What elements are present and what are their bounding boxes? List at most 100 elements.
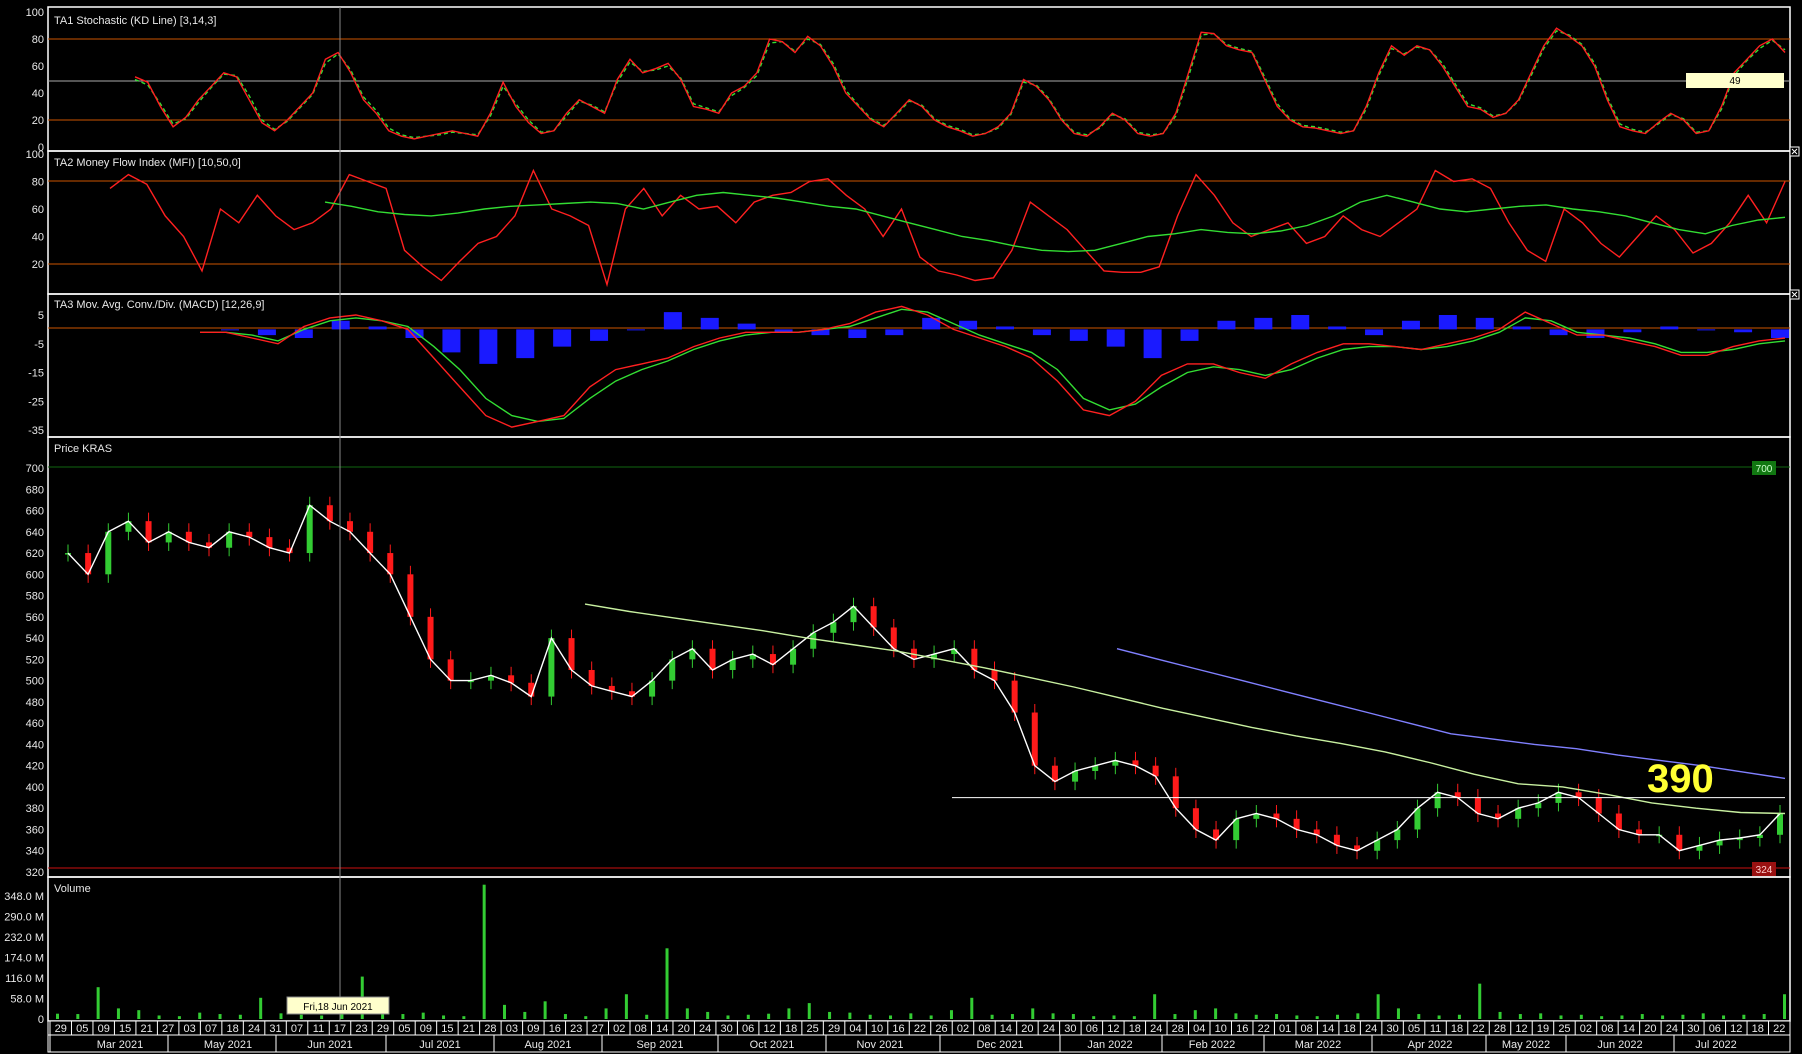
date-day-label: 09 [98, 1023, 110, 1035]
volume-bar [482, 884, 486, 1019]
volume-bar [1620, 1015, 1624, 1019]
date-day-label: 21 [463, 1023, 475, 1035]
date-day-label: 27 [592, 1023, 604, 1035]
date-day-label: 07 [291, 1023, 303, 1035]
date-day-label: 02 [613, 1023, 625, 1035]
macd-histogram-bar [368, 326, 387, 330]
date-day-label: 12 [1730, 1023, 1742, 1035]
macd-histogram-bar [996, 326, 1014, 330]
volume-bar [543, 1001, 547, 1019]
volume-bar [1722, 1015, 1726, 1019]
volume-bar [1640, 1014, 1644, 1019]
price-tick-label: 380 [26, 803, 44, 815]
volume-bar [584, 1016, 588, 1019]
volume-bar [1092, 1016, 1096, 1019]
volume-bar [665, 948, 669, 1019]
price-tick-label: 340 [26, 846, 44, 858]
volume-bar [604, 1008, 608, 1019]
month-label: May 2022 [1502, 1039, 1550, 1051]
price-candle [306, 505, 313, 554]
date-day-label: 24 [699, 1023, 711, 1035]
date-day-label: 03 [506, 1023, 518, 1035]
close-icon[interactable] [1789, 289, 1800, 300]
macd-histogram-bar [885, 329, 904, 336]
mfi-tick-label: 100 [26, 149, 44, 161]
date-day-label: 18 [1344, 1023, 1356, 1035]
price-tick-label: 660 [26, 506, 44, 518]
date-day-label: 18 [226, 1023, 238, 1035]
date-day-label: 08 [1601, 1023, 1613, 1035]
date-day-label: 29 [377, 1023, 389, 1035]
volume-bar [1396, 1008, 1400, 1019]
date-day-label: 22 [1472, 1023, 1484, 1035]
macd-histogram-bar [1771, 329, 1789, 338]
close-icon[interactable] [1789, 146, 1800, 157]
date-day-label: 11 [1430, 1023, 1441, 1035]
price-tick-label: 600 [26, 569, 44, 581]
price-candle [367, 531, 374, 554]
macd-histogram-bar [1401, 320, 1420, 330]
month-label: Jan 2022 [1087, 1039, 1132, 1051]
date-day-label: 05 [76, 1023, 88, 1035]
month-label: Oct 2021 [750, 1039, 795, 1051]
volume-bar [1315, 1016, 1319, 1019]
price-candle [105, 531, 112, 575]
macd-histogram-bar [1032, 329, 1051, 336]
month-label: Nov 2021 [856, 1039, 903, 1051]
volume-bar [1173, 1014, 1177, 1019]
date-day-label: 18 [1451, 1023, 1463, 1035]
volume-tick-label: 0 [38, 1014, 44, 1026]
date-day-label: 24 [1043, 1023, 1055, 1035]
volume-bar [1579, 1014, 1583, 1019]
date-day-label: 10 [871, 1023, 883, 1035]
volume-bar [279, 1013, 283, 1019]
volume-bar [1112, 1015, 1116, 1019]
date-day-label: 07 [205, 1023, 217, 1035]
mfi-tick-label: 80 [32, 177, 44, 189]
volume-bar [1234, 1013, 1238, 1019]
month-label: May 2021 [204, 1039, 252, 1051]
date-day-label: 11 [313, 1023, 324, 1035]
date-day-label: 02 [957, 1023, 969, 1035]
volume-bar [970, 997, 974, 1019]
date-day-label: 20 [1644, 1023, 1656, 1035]
stoch-tick-label: 80 [32, 34, 44, 46]
month-label: Jun 2022 [1597, 1039, 1642, 1051]
month-label: Apr 2022 [1408, 1039, 1453, 1051]
stoch-title: TA1 Stochastic (KD Line) [3,14,3] [54, 15, 216, 27]
date-day-label: 28 [1172, 1023, 1184, 1035]
volume-bar [1051, 1013, 1055, 1019]
volume-bar [1762, 1014, 1766, 1019]
volume-bar [726, 1015, 730, 1019]
price-candle [1011, 680, 1018, 713]
trading-chart: TA1 Stochastic (KD Line) [3,14,3] TA2 Mo… [0, 0, 1802, 1054]
date-day-label: 28 [1494, 1023, 1506, 1035]
date-day-label: 29 [828, 1023, 840, 1035]
volume-bar [1498, 1011, 1502, 1019]
volume-bar [259, 997, 263, 1019]
date-day-label: 09 [527, 1023, 539, 1035]
date-day-label: 24 [248, 1023, 260, 1035]
macd-histogram-bar [1291, 315, 1310, 330]
date-day-label: 16 [1236, 1023, 1248, 1035]
stoch-value-text: 49 [1729, 76, 1741, 87]
volume-bar [949, 1010, 953, 1019]
month-label: Jul 2022 [1695, 1039, 1737, 1051]
price-tick-label: 500 [26, 676, 44, 688]
volume-bar [1010, 1014, 1014, 1019]
date-day-label: 12 [1107, 1023, 1119, 1035]
price-candle [1031, 712, 1038, 766]
date-day-label: 06 [742, 1023, 754, 1035]
volume-bar [706, 1011, 710, 1019]
date-day-label: 20 [1021, 1023, 1033, 1035]
date-day-label: 29 [55, 1023, 67, 1035]
date-day-label: 22 [1773, 1023, 1785, 1035]
volume-bar [76, 1014, 80, 1019]
date-day-label: 09 [420, 1023, 432, 1035]
macd-histogram-bar [221, 329, 239, 331]
price-tick-label: 420 [26, 761, 44, 773]
date-day-label: 08 [635, 1023, 647, 1035]
volume-bar [1254, 1014, 1258, 1019]
macd-histogram-bar [663, 312, 682, 330]
macd-histogram-bar [959, 320, 978, 330]
